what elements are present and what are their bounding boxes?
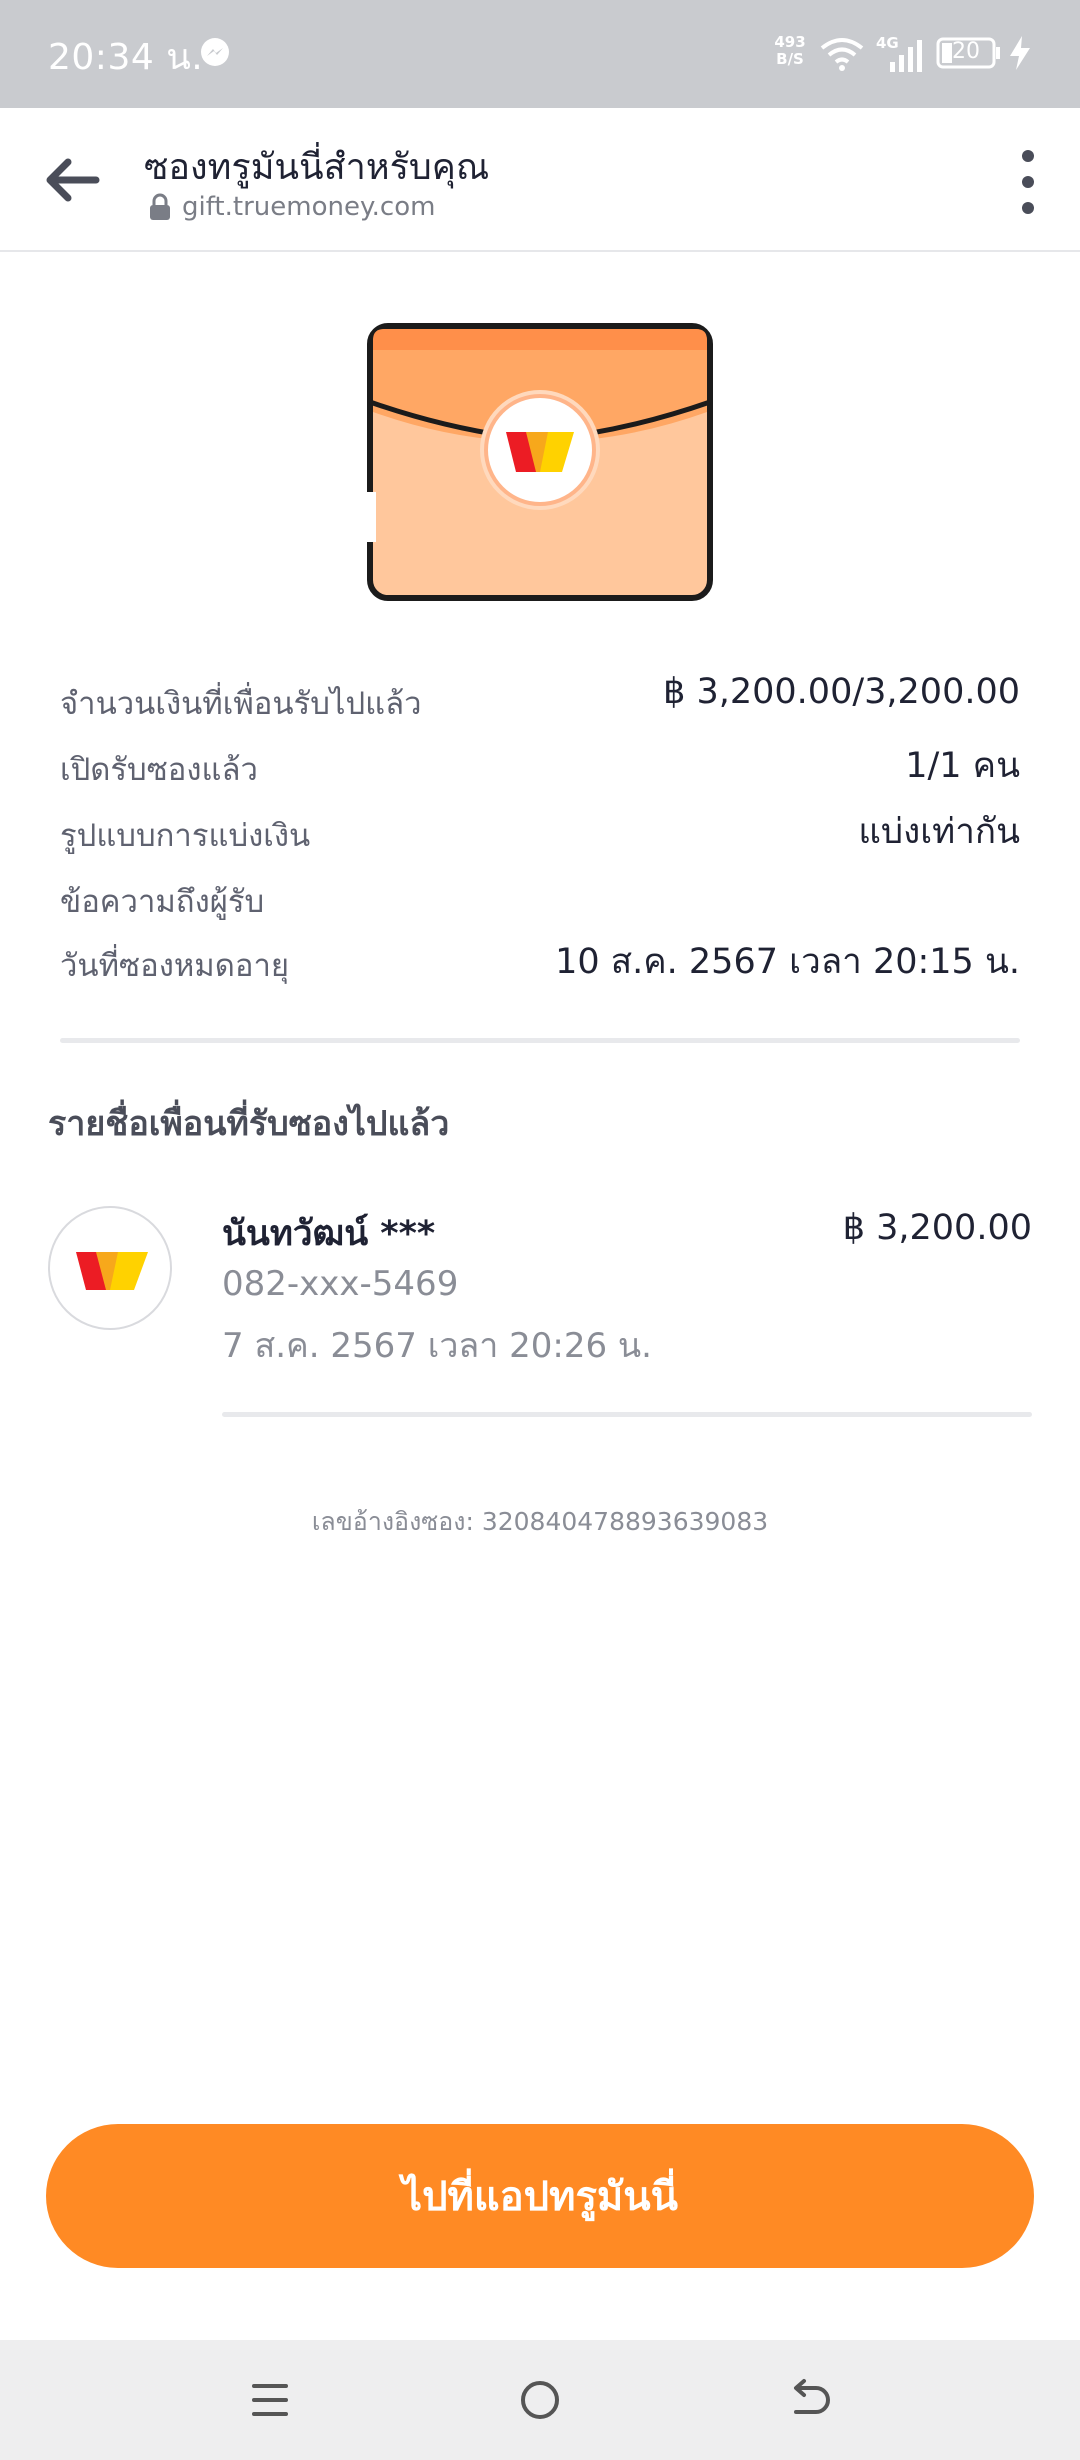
speed-value: 493: [774, 33, 806, 51]
status-bar: 20:34 น. 493 B/S 4G 20: [0, 0, 1080, 108]
receiver-name: นันทวัฒน์ ***: [222, 1214, 436, 1254]
info-label: ข้อความถึงผู้รับ: [60, 884, 265, 920]
status-icons: 493 B/S 4G 20: [770, 30, 1040, 80]
system-nav-bar: [0, 2340, 1080, 2460]
battery-level: 20: [952, 39, 980, 64]
info-label: รูปแบบการแบ่งเงิน: [60, 818, 311, 854]
recent-apps-icon[interactable]: [240, 2370, 300, 2430]
back-arrow-icon[interactable]: [40, 152, 104, 208]
receiver-list-item: นันทวัฒน์ *** 082-xxx-5469 7 ส.ค. 2567 เ…: [48, 1206, 1032, 1426]
envelope-info: จำนวนเงินที่เพื่อนรับไปแล้ว ฿ 3,200.00/3…: [60, 668, 1020, 996]
open-truemoney-app-button[interactable]: ไปที่แอปทรูมันนี่: [46, 2124, 1034, 2268]
messenger-icon: [201, 38, 229, 66]
info-value: ฿ 3,200.00/3,200.00: [663, 672, 1020, 712]
info-row-received-amount: จำนวนเงินที่เพื่อนรับไปแล้ว ฿ 3,200.00/3…: [60, 668, 1020, 734]
info-label: เปิดรับซองแล้ว: [60, 752, 258, 788]
speed-unit: B/S: [776, 50, 804, 68]
divider: [222, 1412, 1032, 1417]
receiver-amount: ฿ 3,200.00: [842, 1208, 1032, 1248]
avatar: [48, 1206, 172, 1330]
system-back-icon[interactable]: [780, 2370, 840, 2430]
receiver-phone: 082-xxx-5469: [222, 1264, 459, 1304]
home-icon[interactable]: [510, 2370, 570, 2430]
url-display: gift.truemoney.com: [148, 192, 435, 222]
status-time: 20:34 น.: [48, 37, 204, 78]
charging-icon: [1010, 36, 1030, 70]
info-value: แบ่งเท่ากัน: [858, 812, 1020, 852]
info-row-split-type: รูปแบบการแบ่งเงิน แบ่งเท่ากัน: [60, 800, 1020, 866]
info-value: 10 ส.ค. 2567 เวลา 20:15 น.: [555, 942, 1020, 982]
lock-icon: [150, 193, 170, 220]
page-title: ซองทรูมันนี่สำหรับคุณ: [144, 147, 490, 188]
network-speed: 493 B/S: [770, 34, 810, 68]
info-label: วันที่ซองหมดอายุ: [60, 948, 290, 984]
reference-number: เลขอ้างอิงซอง: 320840478893639083: [311, 1507, 769, 1536]
truemoney-logo-icon: [76, 1252, 148, 1290]
url-text: gift.truemoney.com: [182, 192, 436, 222]
gift-envelope-icon: [366, 323, 713, 601]
wifi-icon: [820, 38, 864, 71]
info-label: จำนวนเงินที่เพื่อนรับไปแล้ว: [60, 686, 422, 722]
info-row-message: ข้อความถึงผู้รับ: [60, 866, 1020, 930]
battery-icon: 20: [936, 36, 1002, 70]
divider: [60, 1038, 1020, 1043]
info-value: 1/1 คน: [905, 746, 1020, 786]
info-row-opened-count: เปิดรับซองแล้ว 1/1 คน: [60, 734, 1020, 800]
more-options-icon[interactable]: [1000, 142, 1056, 222]
receivers-title: รายชื่อเพื่อนที่รับซองไปแล้ว: [48, 1104, 450, 1144]
signal-icon: [890, 40, 922, 72]
receiver-date: 7 ส.ค. 2567 เวลา 20:26 น.: [222, 1326, 652, 1366]
app-bar: ซองทรูมันนี่สำหรับคุณ gift.truemoney.com: [0, 108, 1080, 252]
info-row-expiry-date: วันที่ซองหมดอายุ 10 ส.ค. 2567 เวลา 20:15…: [60, 930, 1020, 996]
